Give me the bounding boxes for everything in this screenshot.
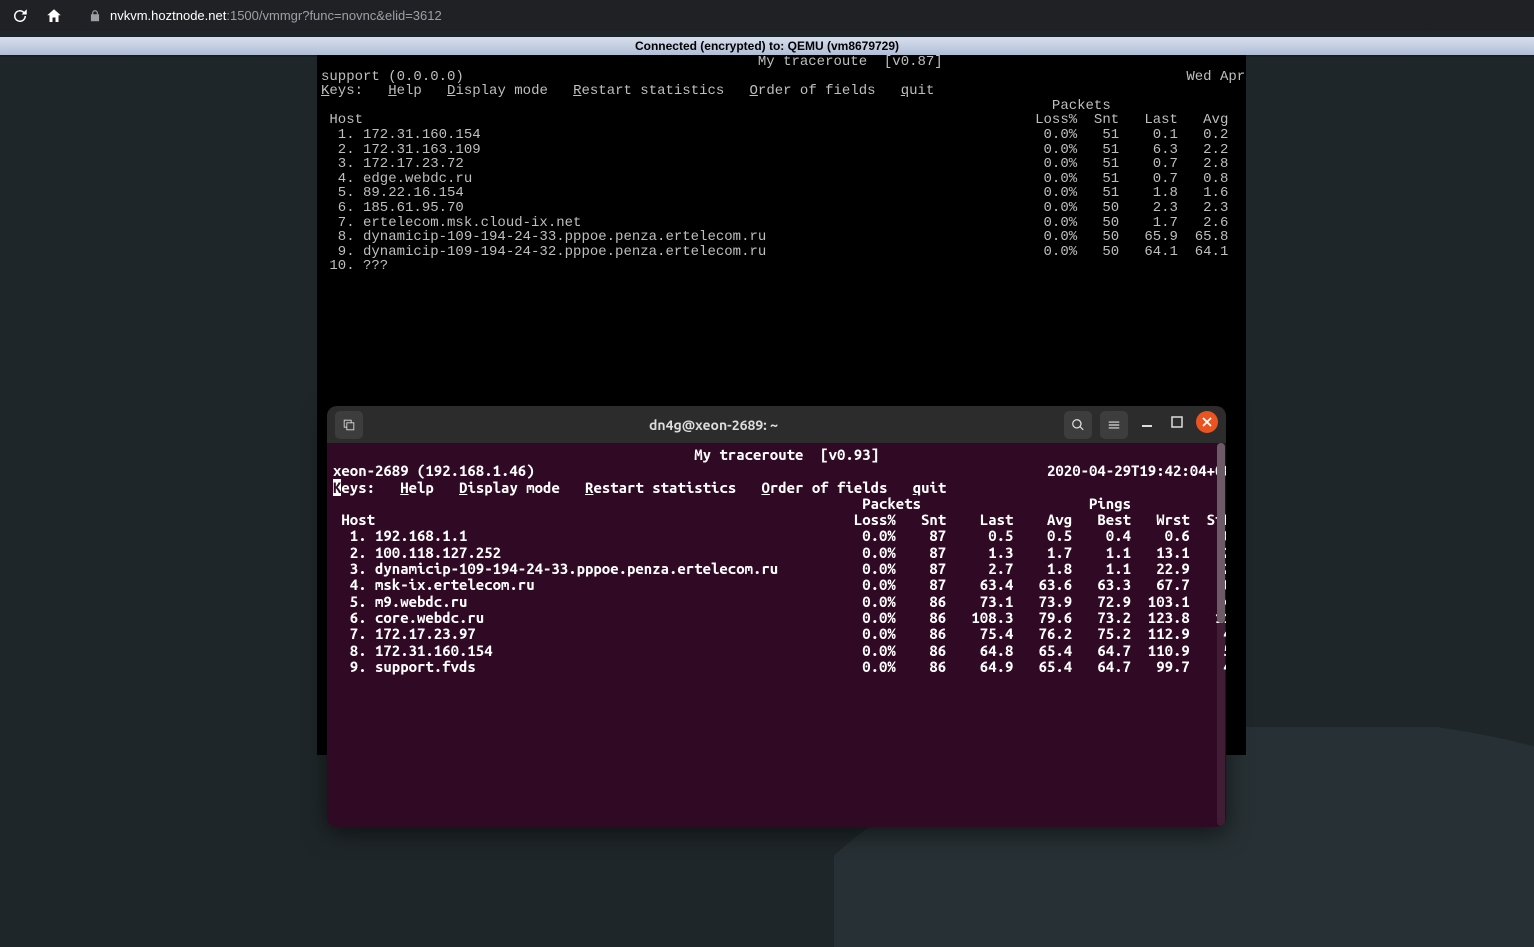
terminal-body[interactable]: My traceroute [v0.93] xeon-2689 (192.168… (327, 443, 1226, 679)
vnc-status-banner: Connected (encrypted) to: QEMU (vm867972… (0, 37, 1534, 55)
terminal-title: dn4g@xeon-2689: ~ (363, 417, 1064, 433)
lock-icon (88, 9, 102, 23)
new-tab-button[interactable] (335, 411, 363, 439)
terminal-scrollbar[interactable] (1217, 443, 1225, 826)
search-button[interactable] (1064, 411, 1092, 439)
maximize-button[interactable] (1166, 411, 1188, 433)
address-bar[interactable]: nvkvm.hoztnode.net:1500/vmmgr?func=novnc… (78, 3, 1438, 29)
url-text: nvkvm.hoztnode.net:1500/vmmgr?func=novnc… (110, 8, 442, 23)
home-icon[interactable] (44, 6, 64, 26)
scroll-thumb[interactable] (1217, 443, 1225, 623)
reload-icon[interactable] (10, 6, 30, 26)
browser-toolbar: nvkvm.hoztnode.net:1500/vmmgr?func=novnc… (0, 0, 1534, 31)
page-viewport: Connected (encrypted) to: QEMU (vm867972… (0, 31, 1534, 947)
terminal-window: dn4g@xeon-2689: ~ My traceroute [v0.93] … (327, 406, 1226, 827)
terminal-titlebar[interactable]: dn4g@xeon-2689: ~ (327, 406, 1226, 443)
menu-button[interactable] (1100, 411, 1128, 439)
close-button[interactable] (1196, 411, 1218, 433)
minimize-button[interactable] (1136, 411, 1158, 433)
